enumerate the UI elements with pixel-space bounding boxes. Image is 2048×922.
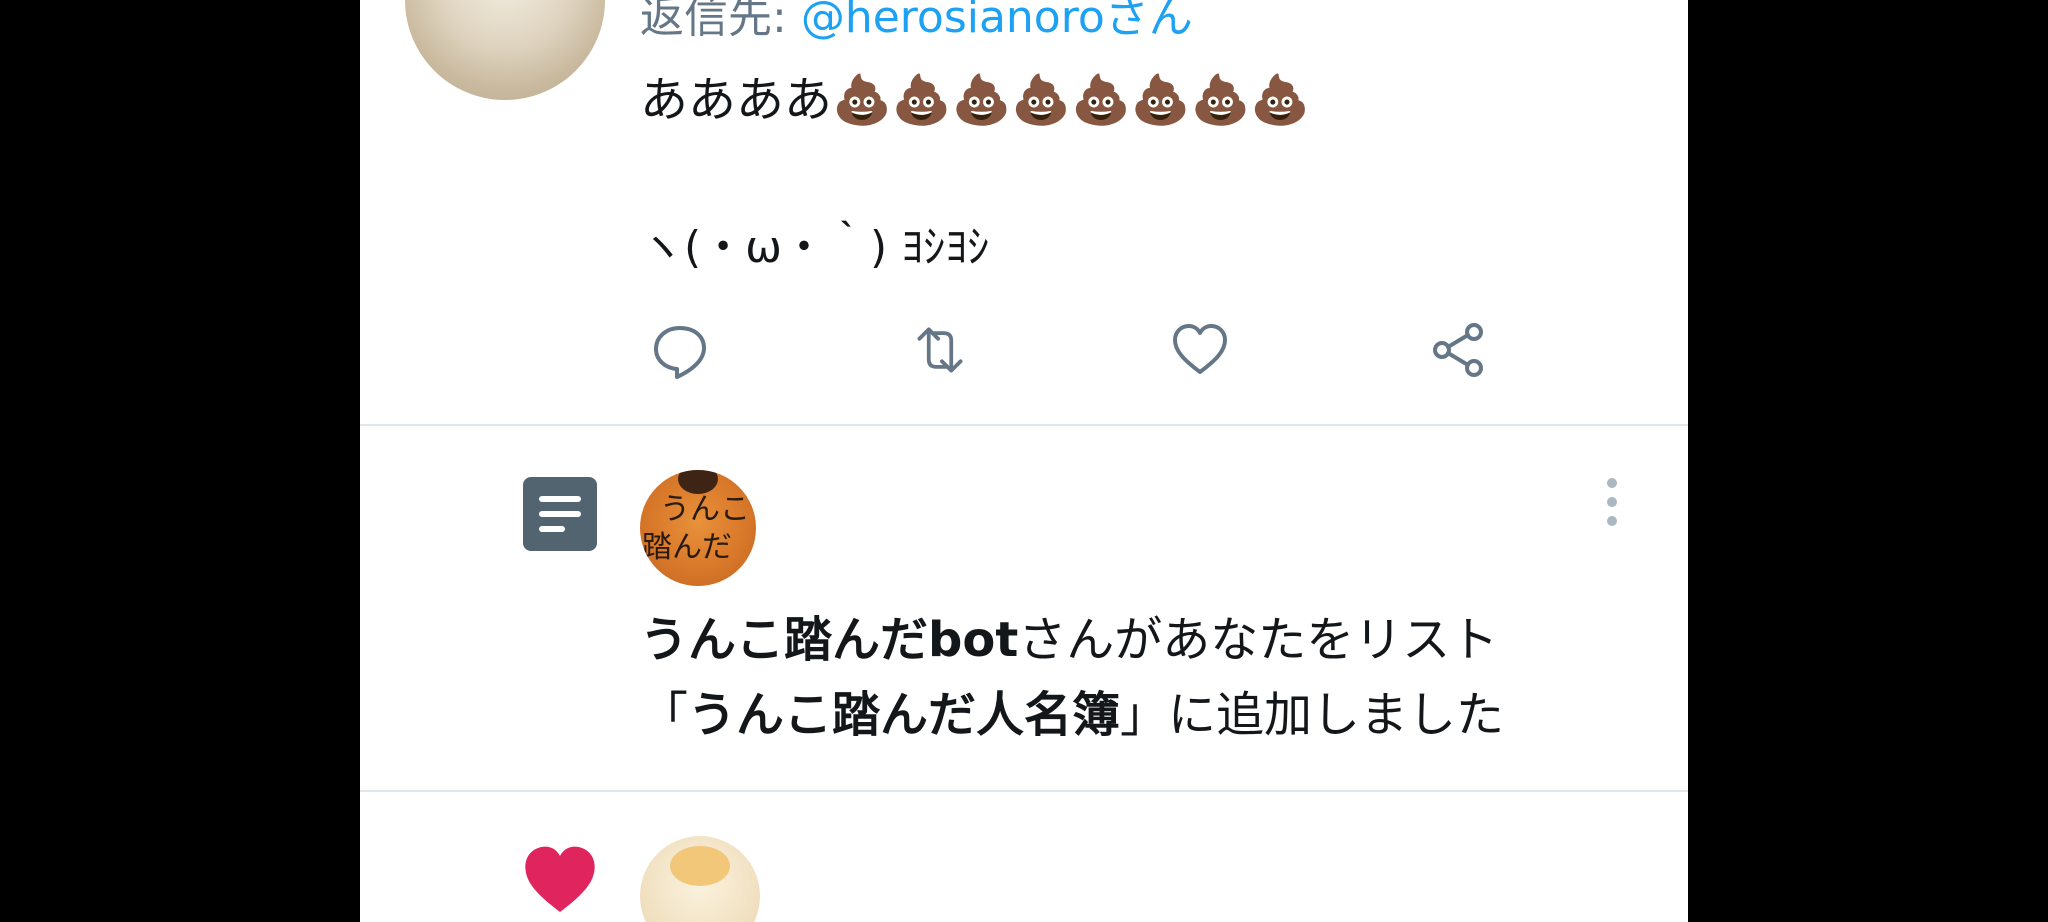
heart-filled-icon	[520, 840, 600, 920]
like-button[interactable]	[1168, 318, 1232, 382]
notification-text-2: 」に追加しました	[1120, 687, 1505, 743]
reply-to-line: 返信先: @herosianoroさん	[640, 0, 1193, 48]
reply-icon	[654, 326, 706, 379]
bot-avatar-text-2: 踏んだ	[642, 530, 732, 565]
notification-line-2: 「うんこ踏んだ人名簿」に追加しました	[640, 679, 1504, 751]
retweet-button[interactable]	[908, 318, 972, 382]
reply-prefix: 返信先:	[640, 0, 801, 43]
notification-line-1: うんこ踏んだbotさんがあなたをリスト	[640, 604, 1498, 676]
tweet-text-line-2: ヽ(・ω・｀) ﾖｼﾖｼ	[640, 222, 990, 273]
tweet-text-line-1: ああああ💩💩💩💩💩💩💩💩	[640, 72, 1311, 128]
heart-outline-icon	[1173, 324, 1227, 374]
tweet-author-avatar[interactable]	[405, 0, 605, 100]
more-options-button[interactable]	[1600, 474, 1624, 530]
notification-divider	[360, 790, 1688, 792]
liker-avatar[interactable]	[640, 836, 760, 922]
tweet-divider	[360, 424, 1688, 426]
reply-button[interactable]	[648, 318, 712, 382]
actor-name-link[interactable]: うんこ踏んだbot	[640, 612, 1018, 668]
open-bracket: 「	[640, 687, 689, 743]
share-icon	[1433, 323, 1483, 377]
bot-avatar[interactable]: うんこ 踏んだ	[640, 470, 756, 586]
reply-handle-link[interactable]: @herosianoroさん	[801, 0, 1193, 43]
list-name-link[interactable]: うんこ踏んだ人名簿	[688, 687, 1120, 743]
retweet-icon	[917, 327, 963, 373]
timeline-panel: 返信先: @herosianoroさん ああああ💩💩💩💩💩💩💩💩 ヽ(・ω・｀)…	[360, 0, 1688, 922]
list-icon	[523, 477, 597, 551]
share-button[interactable]	[1426, 318, 1490, 382]
notification-text-1: さんがあなたをリスト	[1018, 612, 1499, 668]
